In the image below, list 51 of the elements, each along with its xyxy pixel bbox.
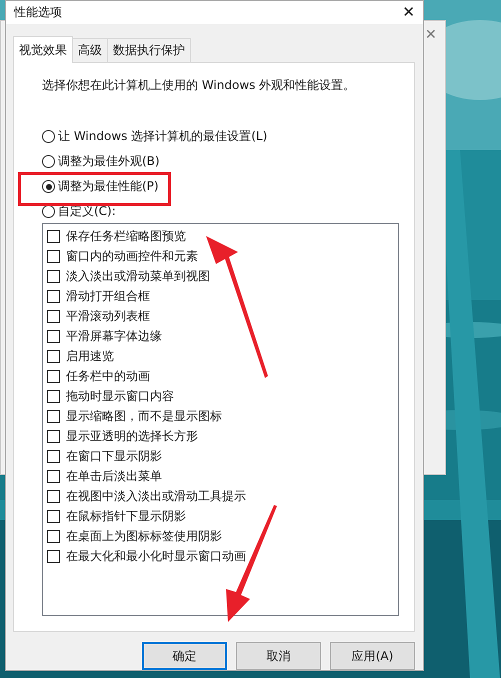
checkbox-label[interactable]: 在最大化和最小化时显示窗口动画 [66,548,246,566]
checkbox-label[interactable]: 窗口内的动画控件和元素 [66,248,198,266]
checkbox-label[interactable]: 保存任务栏缩略图预览 [66,228,186,246]
checkbox-label[interactable]: 拖动时显示窗口内容 [66,388,174,406]
radio-button[interactable] [42,180,55,194]
checkbox-label[interactable]: 平滑屏幕字体边缘 [66,328,162,346]
checkbox-label[interactable]: 滑动打开组合框 [66,288,150,306]
dialog-button[interactable]: 确定 [142,642,227,670]
checkbox[interactable] [47,550,60,564]
close-icon[interactable]: ✕ [402,4,415,20]
close-icon[interactable]: ✕ [425,27,437,43]
checkbox[interactable] [47,290,60,304]
checkbox[interactable] [47,250,60,264]
checkbox-label[interactable]: 平滑滚动列表框 [66,308,150,326]
checkbox-label[interactable]: 启用速览 [66,348,114,366]
checkbox-label[interactable]: 显示亚透明的选择长方形 [66,428,198,446]
checkbox[interactable] [47,270,60,284]
radio-button[interactable] [42,155,55,168]
radio-button[interactable] [42,205,55,218]
checkbox[interactable] [47,510,60,524]
checkbox-label[interactable]: 在鼠标指针下显示阴影 [66,508,186,526]
checkbox[interactable] [47,310,60,324]
radio-label[interactable]: 调整为最佳性能(P) [58,178,159,196]
checkbox[interactable] [47,450,60,464]
radio-label[interactable]: 让 Windows 选择计算机的最佳设置(L) [58,128,268,146]
tab[interactable]: 视觉效果 [13,36,73,63]
checkbox-label[interactable]: 显示缩略图，而不是显示图标 [66,408,222,426]
dialog-button[interactable]: 取消 [236,642,321,670]
checkbox[interactable] [47,530,60,544]
checkbox-label[interactable]: 在窗口下显示阴影 [66,448,162,466]
radio-button[interactable] [42,130,55,144]
checkbox[interactable] [47,230,60,244]
checkbox[interactable] [47,330,60,344]
checkbox-label[interactable]: 任务栏中的动画 [66,368,150,386]
checkbox[interactable] [47,430,60,444]
description-text: 选择你想在此计算机上使用的 Windows 外观和性能设置。 [42,76,356,94]
checkbox[interactable] [47,470,60,484]
checkbox[interactable] [47,490,60,504]
window-title: 性能选项 [14,4,62,21]
checkbox-label[interactable]: 在桌面上为图标标签使用阴影 [66,528,222,546]
checkbox[interactable] [47,410,60,424]
checkbox[interactable] [47,370,60,384]
checkbox-label[interactable]: 在视图中淡入淡出或滑动工具提示 [66,488,246,506]
tab[interactable]: 数据执行保护 [107,38,191,62]
checkbox-label[interactable]: 淡入淡出或滑动菜单到视图 [66,268,210,286]
radio-label[interactable]: 调整为最佳外观(B) [58,153,160,170]
checkbox-label[interactable]: 在单击后淡出菜单 [66,468,162,486]
dialog-button[interactable]: 应用(A) [330,642,415,670]
checkbox[interactable] [47,390,60,404]
radio-label[interactable]: 自定义(C): [58,203,116,220]
checkbox[interactable] [47,350,60,364]
